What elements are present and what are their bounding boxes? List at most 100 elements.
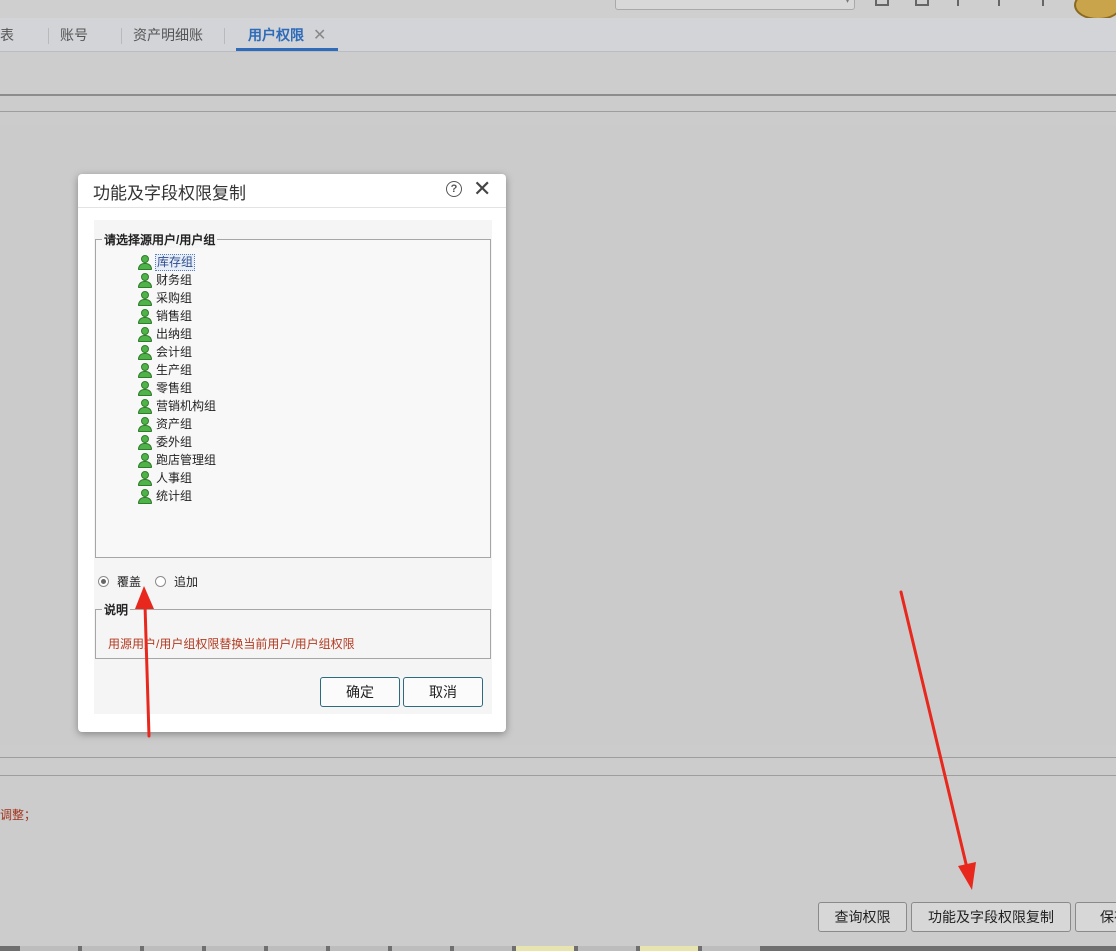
top-search-combo[interactable]: ▾ <box>615 0 855 10</box>
toolbar-icon-1[interactable] <box>875 0 889 6</box>
tree-item[interactable]: 人事组 <box>138 469 193 487</box>
tree-item-label: 委外组 <box>156 434 193 449</box>
tab-label: 账号 <box>60 27 88 43</box>
query-permission-button[interactable]: 查询权限 <box>818 902 907 932</box>
close-icon[interactable]: ✕ <box>313 18 326 53</box>
chevron-down-icon: ▾ <box>844 0 850 6</box>
tree-item[interactable]: 零售组 <box>138 379 193 397</box>
taskbar-item[interactable] <box>702 946 760 951</box>
copy-permission-dialog: 功能及字段权限复制 ? ✕ 请选择源用户/用户组 库存组 财务组采购组销售组出纳组… <box>78 174 506 732</box>
tab-asset-ledger[interactable]: 资产明细账 <box>133 18 203 51</box>
user-group-icon <box>138 326 152 342</box>
user-group-icon <box>138 452 152 468</box>
toolbar-icon-2[interactable] <box>915 0 929 6</box>
description-text: 用源用户/用户组权限替换当前用户/用户组权限 <box>108 637 355 651</box>
taskbar-item[interactable] <box>454 946 512 951</box>
tree-item-label: 人事组 <box>156 470 193 485</box>
taskbar-item[interactable] <box>330 946 388 951</box>
user-group-icon <box>138 362 152 378</box>
tree-item-label: 资产组 <box>156 416 193 431</box>
copy-permission-button[interactable]: 功能及字段权限复制 <box>911 902 1071 932</box>
radio-overwrite[interactable]: 覆盖 <box>98 573 141 589</box>
top-strip: ▾ <box>0 0 1116 20</box>
close-icon[interactable]: ✕ <box>473 176 491 202</box>
source-legend: 请选择源用户/用户组 <box>102 231 218 248</box>
tree-item[interactable]: 营销机构组 <box>138 397 217 415</box>
tab-label: 用户权限 <box>248 27 304 43</box>
toolbar-icon-5[interactable] <box>1042 0 1048 6</box>
tree-item-label: 库存组 <box>155 253 196 271</box>
tree-item[interactable]: 销售组 <box>138 307 193 325</box>
user-group-icon <box>138 272 152 288</box>
divider <box>0 94 1116 96</box>
user-group-icon <box>138 398 152 414</box>
description-legend: 说明 <box>102 601 131 618</box>
user-group-icon <box>138 488 152 504</box>
taskbar-item[interactable] <box>516 946 574 951</box>
user-group-icon <box>138 416 152 432</box>
help-icon[interactable]: ? <box>446 181 462 197</box>
tree-item[interactable]: 库存组 <box>138 253 196 271</box>
tree-item[interactable]: 出纳组 <box>138 325 193 343</box>
tab-label: 资产明细账 <box>133 27 203 43</box>
radio-label: 追加 <box>174 574 199 589</box>
taskbar-item[interactable] <box>144 946 202 951</box>
radio-label: 覆盖 <box>117 574 142 589</box>
tab-label: 表 <box>0 27 14 43</box>
taskbar-item[interactable] <box>82 946 140 951</box>
tree-item[interactable]: 生产组 <box>138 361 193 379</box>
hint-text: 调整； <box>0 808 37 822</box>
tree-item-label: 生产组 <box>156 362 193 377</box>
tree-item-label: 统计组 <box>156 488 193 503</box>
tree-item[interactable]: 委外组 <box>138 433 193 451</box>
tab-separator <box>48 28 49 44</box>
user-group-icon <box>138 344 152 360</box>
divider <box>0 111 1116 112</box>
taskbar-item[interactable] <box>392 946 450 951</box>
tree-item[interactable]: 财务组 <box>138 271 193 289</box>
divider <box>0 757 1116 758</box>
divider <box>0 775 1116 776</box>
tree-item-label: 财务组 <box>156 272 193 287</box>
tab-separator <box>224 28 225 44</box>
taskbar-item[interactable] <box>20 946 78 951</box>
ok-button[interactable]: 确定 <box>320 677 400 707</box>
tree-item-label: 跑店管理组 <box>156 452 217 467</box>
save-button[interactable]: 保存 <box>1075 902 1116 932</box>
toolbar-icon-4[interactable] <box>998 0 1004 6</box>
cancel-button[interactable]: 取消 <box>403 677 483 707</box>
tree-item-label: 采购组 <box>156 290 193 305</box>
user-group-icon <box>138 434 152 450</box>
tree-item-label: 会计组 <box>156 344 193 359</box>
radio-button[interactable] <box>98 575 109 587</box>
user-avatar[interactable] <box>1074 0 1116 20</box>
tab-report[interactable]: 表 <box>0 18 14 51</box>
tree-item[interactable]: 资产组 <box>138 415 193 433</box>
taskbar-item[interactable] <box>578 946 636 951</box>
tree-item-label: 出纳组 <box>156 326 193 341</box>
tree-item[interactable]: 采购组 <box>138 289 193 307</box>
tab-separator <box>121 28 122 44</box>
tree-item-label: 销售组 <box>156 308 193 323</box>
tab-account[interactable]: 账号 <box>60 18 88 51</box>
tree-item-label: 零售组 <box>156 380 193 395</box>
toolbar-icon-3[interactable] <box>957 0 963 6</box>
user-group-icon <box>138 470 152 486</box>
dialog-divider <box>78 207 506 208</box>
taskbar-item[interactable] <box>206 946 264 951</box>
taskbar-item[interactable] <box>268 946 326 951</box>
radio-append[interactable]: 追加 <box>155 573 198 589</box>
user-group-icon <box>138 290 152 306</box>
radio-button[interactable] <box>155 575 166 587</box>
tree-item[interactable]: 会计组 <box>138 343 193 361</box>
tree-item-label: 营销机构组 <box>156 398 217 413</box>
tree-item[interactable]: 统计组 <box>138 487 193 505</box>
user-group-icon <box>138 254 152 270</box>
toolbar-area <box>0 52 1116 94</box>
dialog-title: 功能及字段权限复制 <box>93 184 246 203</box>
user-group-icon <box>138 308 152 324</box>
tree-item[interactable]: 跑店管理组 <box>138 451 217 469</box>
taskbar-item[interactable] <box>640 946 698 951</box>
user-group-icon <box>138 380 152 396</box>
tab-bar: 表 账号 资产明细账 用户权限 ✕ <box>0 18 1116 52</box>
